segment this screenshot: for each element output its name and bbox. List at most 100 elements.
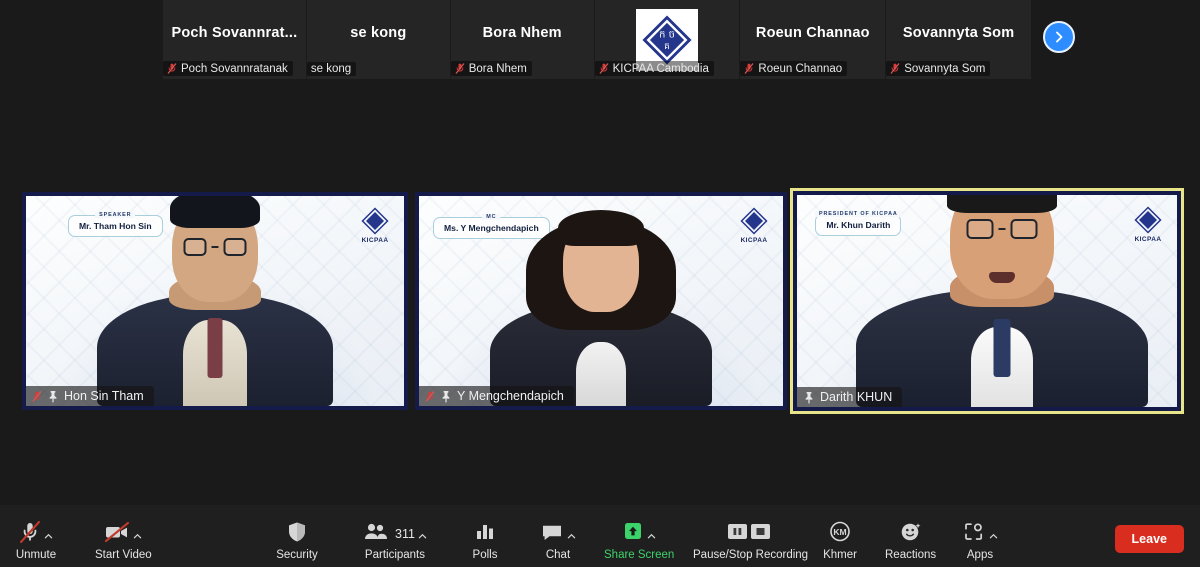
nameplate-role: MC — [482, 214, 501, 220]
pin-icon — [442, 390, 450, 402]
tile-participant-name: Y Mengchendapich — [457, 389, 564, 403]
microphone-muted-icon — [19, 520, 41, 544]
tile-participant-name: Darith KHUN — [820, 390, 893, 404]
video-button-label: Start Video — [95, 549, 152, 561]
filmstrip-next-page-button[interactable] — [1043, 21, 1075, 53]
svg-text:ក ច: ក ច — [659, 29, 675, 40]
interpretation-button-label: Khmer — [823, 549, 857, 561]
recording-button-label: Pause/Stop Recording — [693, 549, 809, 561]
thumbnail-name-label: se kong — [306, 62, 357, 76]
bar-chart-icon — [477, 525, 493, 539]
participants-button[interactable]: 311 Participants — [363, 518, 427, 561]
svg-text:គ: គ — [664, 42, 670, 52]
thumbnail-display-name: Bora Nhem — [482, 24, 562, 41]
shield-icon — [289, 522, 305, 542]
microphone-muted-icon — [425, 390, 435, 402]
interpretation-km-icon: KM — [830, 521, 850, 542]
chevron-up-icon[interactable] — [133, 532, 142, 541]
thumbnail-name-label: Bora Nhem — [450, 61, 532, 76]
meeting-toolbar: Unmute Start Video Security 311 Particip… — [0, 505, 1200, 567]
security-button[interactable]: Security — [275, 518, 319, 561]
participant-filmstrip[interactable]: Poch Sovannrat... Poch Sovannratanak se … — [163, 0, 1033, 79]
chevron-up-icon[interactable] — [418, 532, 427, 541]
chevron-up-icon[interactable] — [989, 532, 998, 541]
reactions-button-label: Reactions — [885, 549, 937, 561]
share-screen-button[interactable]: Share Screen — [604, 518, 674, 561]
video-camera-off-icon — [105, 521, 130, 543]
people-icon — [365, 523, 387, 539]
thumbnail-name-label: Sovannyta Som — [886, 61, 991, 76]
microphone-muted-icon — [744, 63, 754, 74]
pin-icon — [805, 391, 813, 403]
thumbnail-display-name: se kong — [350, 24, 407, 41]
thumbnail-label-text: se kong — [310, 63, 352, 75]
filmstrip-thumbnail[interactable]: se kong se kong — [306, 0, 451, 79]
participant-video-image — [90, 196, 340, 406]
participant-video-image — [852, 195, 1152, 407]
audio-button-label: Unmute — [15, 549, 57, 561]
apps-button-label: Apps — [966, 549, 994, 561]
tile-participant-label: Hon Sin Tham — [26, 386, 154, 406]
share-screen-up-arrow-icon — [625, 523, 642, 539]
video-tile-hon-sin-tham[interactable]: SPEAKER Mr. Tham Hon Sin KICPAA Hon Sin … — [22, 192, 408, 410]
filmstrip-thumbnail[interactable]: Poch Sovannrat... Poch Sovannratanak — [163, 0, 307, 79]
thumbnail-label-text: KICPAA Cambodia — [612, 62, 709, 75]
nameplate-role: PRESIDENT OF KICPAA — [815, 211, 902, 217]
participants-count: 311 — [395, 527, 415, 541]
kicpaa-logo-icon: KICPAA — [360, 206, 390, 244]
thumbnail-display-name: Roeun Channao — [755, 24, 870, 41]
kicpaa-logo-text: KICPAA — [361, 237, 389, 244]
filmstrip-thumbnail[interactable]: ក ច គ KICPAA Cambodia — [594, 0, 741, 79]
zoom-meeting-window: Poch Sovannrat... Poch Sovannratanak se … — [0, 0, 1200, 567]
participants-button-label: Participants — [364, 549, 426, 561]
audio-button[interactable]: Unmute — [14, 518, 58, 561]
security-button-label: Security — [276, 549, 318, 561]
recording-button[interactable]: Pause/Stop Recording — [693, 518, 808, 561]
polls-button[interactable]: Polls — [463, 518, 507, 561]
thumbnail-name-label: KICPAA Cambodia — [594, 61, 714, 76]
filmstrip-thumbnail[interactable]: Sovannyta Som Sovannyta Som — [886, 0, 1033, 79]
apps-bracket-icon — [965, 523, 983, 540]
thumbnail-display-name: Sovannyta Som — [902, 24, 1015, 41]
leave-meeting-button[interactable]: Leave — [1114, 525, 1184, 553]
thumbnail-label-text: Roeun Channao — [758, 62, 843, 75]
pin-icon — [49, 390, 57, 402]
thumbnail-label-text: Bora Nhem — [468, 62, 527, 75]
filmstrip-thumbnail[interactable]: Roeun Channao Roeun Channao — [740, 0, 887, 79]
chevron-up-icon[interactable] — [44, 532, 53, 541]
tile-participant-label: Darith KHUN — [797, 387, 903, 407]
thumbnail-label-text: Poch Sovannratanak — [181, 62, 288, 75]
participant-video-image — [486, 210, 716, 406]
video-tile-y-mengchendapich[interactable]: MC Ms. Y Mengchendapich KICPAA Y Mengche… — [415, 192, 787, 410]
chevron-up-icon[interactable] — [647, 532, 656, 541]
microphone-muted-icon — [599, 63, 609, 74]
thumbnail-name-label: Roeun Channao — [740, 61, 848, 76]
svg-text:KM: KM — [833, 527, 846, 537]
microphone-muted-icon — [32, 390, 42, 402]
chevron-up-icon[interactable] — [567, 532, 576, 541]
pause-stop-recording-icon — [727, 524, 770, 539]
nameplate-role: SPEAKER — [95, 212, 136, 218]
chat-button[interactable]: Chat — [536, 518, 580, 561]
video-button[interactable]: Start Video — [95, 518, 152, 561]
polls-button-label: Polls — [472, 549, 498, 561]
kicpaa-logo-text: KICPAA — [740, 237, 768, 244]
chat-button-label: Chat — [545, 549, 571, 561]
kicpaa-logo-icon: KICPAA — [739, 206, 769, 244]
speech-bubble-icon — [543, 525, 561, 540]
interpretation-button[interactable]: KM Khmer — [818, 518, 862, 561]
tile-participant-label: Y Mengchendapich — [419, 386, 574, 406]
microphone-muted-icon — [455, 63, 465, 74]
thumbnail-display-name: Poch Sovannrat... — [171, 24, 298, 41]
reactions-button[interactable]: Reactions — [885, 518, 936, 561]
chevron-right-icon — [1056, 31, 1063, 43]
microphone-muted-icon — [167, 63, 177, 74]
tile-participant-name: Hon Sin Tham — [64, 389, 144, 403]
thumbnail-label-text: Sovannyta Som — [904, 62, 986, 75]
video-tile-darith-khun[interactable]: PRESIDENT OF KICPAA Mr. Khun Darith KICP… — [790, 188, 1184, 414]
microphone-muted-icon — [890, 63, 900, 74]
filmstrip-thumbnail[interactable]: Bora Nhem Bora Nhem — [450, 0, 595, 79]
thumbnail-name-label: Poch Sovannratanak — [163, 61, 293, 76]
apps-button[interactable]: Apps — [958, 518, 1002, 561]
smiley-reaction-icon — [901, 523, 921, 541]
